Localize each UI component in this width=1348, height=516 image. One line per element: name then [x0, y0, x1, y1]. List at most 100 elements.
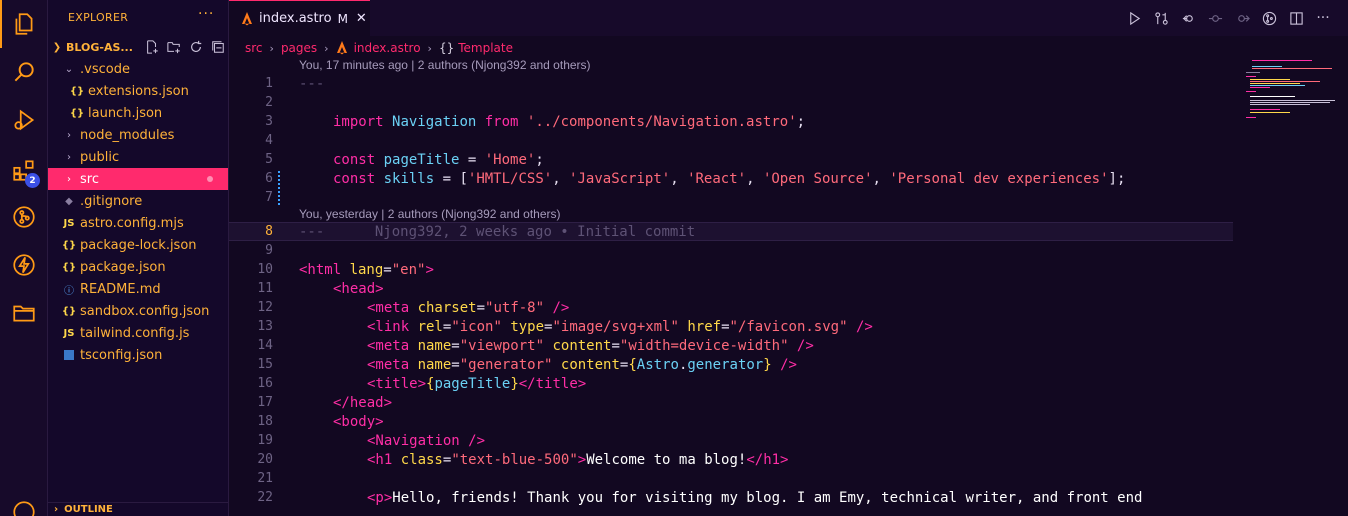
tree-item-tailwind-config[interactable]: JS tailwind.config.js [48, 322, 228, 344]
tree-item-src[interactable]: › src [48, 168, 228, 190]
ts-file-icon [62, 350, 76, 360]
info-file-icon: ⓘ [64, 285, 74, 297]
source-control-icon[interactable] [0, 193, 48, 241]
search-icon[interactable] [0, 48, 48, 96]
current-code-line: 8 --- Njong392, 2 weeks ago • Initial co… [229, 222, 1233, 241]
tree-item-gitignore[interactable]: ◆ .gitignore [48, 190, 228, 212]
code-line: 16 <title>{pageTitle}</title> [257, 375, 587, 392]
symbol-braces-icon: {} [438, 41, 455, 55]
extensions-badge: 2 [25, 173, 40, 188]
minimap[interactable] [1232, 56, 1335, 126]
folder-icon[interactable] [0, 289, 48, 337]
chevron-right-icon: › [54, 504, 59, 515]
chevron-right-icon: › [324, 41, 329, 55]
tree-item-package-lock[interactable]: {} package-lock.json [48, 234, 228, 256]
tree-item-extensions-json[interactable]: {} extensions.json [48, 80, 228, 102]
git-file-icon: ◆ [65, 195, 73, 207]
code-line: 19 <Navigation /> [257, 432, 486, 449]
outline-section-header[interactable]: › OUTLINE [48, 502, 228, 516]
file-tree: ⌄ .vscode {} extensions.json {} launch.j… [48, 58, 228, 366]
editor-area: index.astro M ✕ ··· src › pages › index.… [229, 0, 1348, 516]
json-file-icon: {} [61, 239, 77, 251]
thunder-client-icon[interactable] [0, 241, 48, 289]
explorer-sidebar: EXPLORER ··· ❯ BLOG-AS... ⌄ .vscode {} e… [48, 0, 229, 516]
explorer-more-button[interactable]: ··· [198, 6, 214, 22]
code-line: 17 </head> [257, 394, 393, 411]
tree-item-package-json[interactable]: {} package.json [48, 256, 228, 278]
breadcrumb-pages[interactable]: pages [281, 41, 317, 55]
json-file-icon: {} [61, 305, 77, 317]
account-icon[interactable] [0, 488, 48, 516]
chevron-right-icon: › [269, 41, 274, 55]
inline-blame: Njong392, 2 weeks ago • Initial commit [324, 223, 696, 240]
refresh-icon[interactable] [188, 39, 204, 55]
code-line: 13 <link rel="icon" type="image/svg+xml"… [257, 318, 873, 335]
code-line: 11 <head> [257, 280, 384, 297]
chevron-down-icon: ⌄ [64, 63, 74, 75]
tree-item-public[interactable]: › public [48, 146, 228, 168]
explorer-files-icon[interactable] [0, 0, 48, 48]
breadcrumb: src › pages › index.astro › {} Template [245, 40, 513, 56]
run-debug-icon[interactable] [0, 96, 48, 144]
split-editor-icon[interactable] [1287, 9, 1305, 27]
tree-item-readme[interactable]: ⓘ README.md [48, 278, 228, 300]
code-line: 4 [265, 133, 273, 148]
tree-item-astro-config[interactable]: JS astro.config.mjs [48, 212, 228, 234]
tree-item-node-modules[interactable]: › node_modules [48, 124, 228, 146]
extensions-icon[interactable]: 2 [0, 146, 48, 194]
code-line: 12 <meta charset="utf-8" /> [257, 299, 570, 316]
code-line: 2 [265, 95, 273, 110]
collapse-all-icon[interactable] [210, 39, 226, 55]
code-line: 1 --- [265, 75, 325, 92]
codelens-authors[interactable]: You, 17 minutes ago | 2 authors (Njong39… [299, 58, 591, 72]
run-icon[interactable] [1125, 9, 1143, 27]
activity-bar: 2 [0, 0, 48, 516]
tree-item-tsconfig[interactable]: tsconfig.json [48, 344, 228, 366]
code-line: 15 <meta name="generator" content={Astro… [257, 356, 797, 373]
js-file-icon: JS [63, 217, 75, 229]
code-line: 20 <h1 class="text-blue-500">Welcome to … [257, 451, 789, 468]
breadcrumb-file[interactable]: index.astro [354, 41, 421, 55]
code-line: 22 <p>Hello, friends! Thank you for visi… [257, 489, 1143, 506]
change-gutter-marker[interactable] [278, 171, 280, 207]
modified-dot-icon [207, 176, 213, 182]
code-line: 9 [265, 243, 273, 258]
code-line: 18 <body> [257, 413, 384, 430]
tree-item-launch-json[interactable]: {} launch.json [48, 102, 228, 124]
modified-indicator: M [337, 11, 348, 26]
code-line: 3 import Navigation from '../components/… [265, 113, 806, 130]
json-file-icon: {} [61, 261, 77, 273]
code-line: 5 const pageTitle = 'Home'; [265, 151, 544, 168]
chevron-right-icon: › [67, 173, 71, 185]
explorer-title: EXPLORER [68, 11, 129, 24]
compare-changes-icon[interactable] [1152, 9, 1170, 27]
code-line: 21 [257, 471, 273, 486]
tab-bar: index.astro M ✕ ··· [229, 0, 1348, 36]
tab-index-astro[interactable]: index.astro M ✕ [229, 0, 370, 36]
codelens-authors[interactable]: You, yesterday | 2 authors (Njong392 and… [299, 207, 561, 221]
new-folder-icon[interactable] [166, 39, 182, 55]
code-line: 10 <html lang="en"> [257, 261, 434, 278]
project-header[interactable]: ❯ BLOG-AS... [48, 36, 228, 58]
json-file-icon: {} [69, 107, 85, 119]
astro-icon [242, 11, 252, 25]
more-actions-icon[interactable]: ··· [1314, 9, 1332, 27]
previous-change-icon[interactable] [1206, 9, 1224, 27]
project-name: BLOG-AS... [66, 40, 133, 54]
open-changes-icon[interactable] [1179, 9, 1197, 27]
gitlens-icon[interactable] [1260, 9, 1278, 27]
code-line: 14 <meta name="viewport" content="width=… [257, 337, 814, 354]
chevron-down-icon: ❯ [52, 41, 62, 53]
chevron-right-icon: › [67, 129, 71, 141]
chevron-right-icon: › [427, 41, 432, 55]
code-line: 7 [265, 190, 273, 205]
tree-item-sandbox-config[interactable]: {} sandbox.config.json [48, 300, 228, 322]
tree-item-vscode[interactable]: ⌄ .vscode [48, 58, 228, 80]
close-tab-icon[interactable]: ✕ [356, 11, 367, 26]
next-change-icon[interactable] [1233, 9, 1251, 27]
breadcrumb-src[interactable]: src [245, 41, 263, 55]
chevron-right-icon: › [67, 151, 71, 163]
astro-icon [336, 41, 347, 55]
new-file-icon[interactable] [144, 39, 160, 55]
breadcrumb-symbol[interactable]: Template [458, 41, 513, 55]
